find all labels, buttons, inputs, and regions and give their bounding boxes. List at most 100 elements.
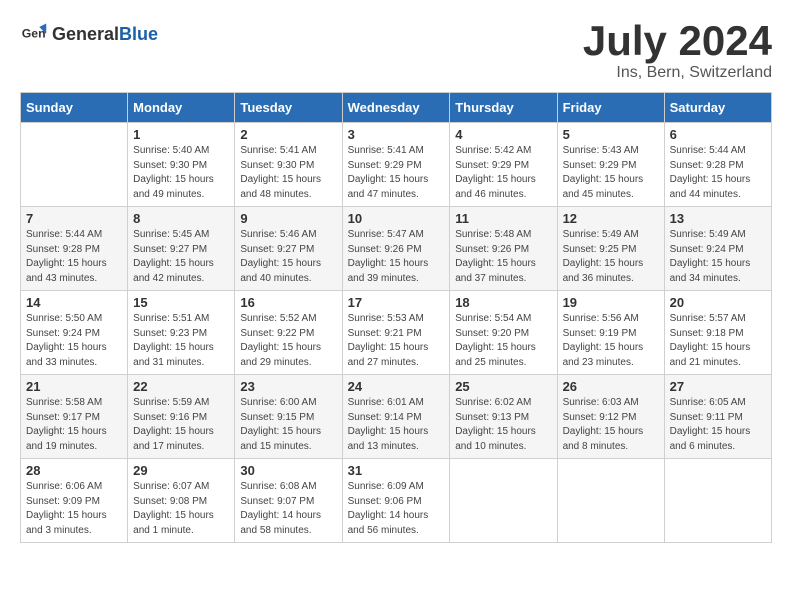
day-number: 14 <box>26 295 122 310</box>
day-number: 30 <box>240 463 336 478</box>
column-header-sunday: Sunday <box>21 93 128 123</box>
calendar-cell <box>21 123 128 207</box>
day-info: Sunrise: 5:49 AMSunset: 9:25 PMDaylight:… <box>563 228 659 286</box>
calendar-cell: 16 Sunrise: 5:52 AMSunset: 9:22 PMDayligh… <box>235 291 342 375</box>
column-header-saturday: Saturday <box>664 93 771 123</box>
day-number: 19 <box>563 295 659 310</box>
calendar-cell: 18 Sunrise: 5:54 AMSunset: 9:20 PMDayligh… <box>450 291 557 375</box>
day-number: 6 <box>670 127 766 142</box>
day-info: Sunrise: 5:44 AMSunset: 9:28 PMDaylight:… <box>670 144 766 202</box>
day-info: Sunrise: 5:56 AMSunset: 9:19 PMDaylight:… <box>563 312 659 370</box>
day-number: 26 <box>563 379 659 394</box>
calendar-cell: 19 Sunrise: 5:56 AMSunset: 9:19 PMDayligh… <box>557 291 664 375</box>
day-number: 15 <box>133 295 229 310</box>
calendar-cell: 7Sunrise: 5:44 AMSunset: 9:28 PMDaylight… <box>21 207 128 291</box>
column-header-thursday: Thursday <box>450 93 557 123</box>
day-info: Sunrise: 5:42 AMSunset: 9:29 PMDaylight:… <box>455 144 551 202</box>
calendar-cell: 26Sunrise: 6:03 AMSunset: 9:12 PMDayligh… <box>557 375 664 459</box>
logo: Gen GeneralBlue <box>20 20 158 48</box>
day-info: Sunrise: 5:46 AMSunset: 9:27 PMDaylight:… <box>240 228 336 286</box>
calendar-cell: 12 Sunrise: 5:49 AMSunset: 9:25 PMDayligh… <box>557 207 664 291</box>
calendar-week-5: 28Sunrise: 6:06 AMSunset: 9:09 PMDayligh… <box>21 459 772 543</box>
calendar-cell: 9 Sunrise: 5:46 AMSunset: 9:27 PMDaylight… <box>235 207 342 291</box>
day-number: 21 <box>26 379 122 394</box>
day-info: Sunrise: 6:01 AMSunset: 9:14 PMDaylight:… <box>348 396 445 454</box>
calendar-cell: 6 Sunrise: 5:44 AMSunset: 9:28 PMDaylight… <box>664 123 771 207</box>
day-number: 5 <box>563 127 659 142</box>
day-number: 8 <box>133 211 229 226</box>
calendar-cell: 8 Sunrise: 5:45 AMSunset: 9:27 PMDaylight… <box>128 207 235 291</box>
calendar-cell: 17Sunrise: 5:53 AMSunset: 9:21 PMDayligh… <box>342 291 450 375</box>
column-header-monday: Monday <box>128 93 235 123</box>
day-number: 4 <box>455 127 551 142</box>
calendar-header-row: SundayMondayTuesdayWednesdayThursdayFrid… <box>21 93 772 123</box>
day-number: 27 <box>670 379 766 394</box>
calendar-week-1: 1 Sunrise: 5:40 AMSunset: 9:30 PMDaylight… <box>21 123 772 207</box>
day-info: Sunrise: 5:53 AMSunset: 9:21 PMDaylight:… <box>348 312 445 370</box>
calendar-cell: 22 Sunrise: 5:59 AMSunset: 9:16 PMDayligh… <box>128 375 235 459</box>
day-number: 3 <box>348 127 445 142</box>
calendar-cell: 25Sunrise: 6:02 AMSunset: 9:13 PMDayligh… <box>450 375 557 459</box>
logo-text-blue: Blue <box>119 24 158 44</box>
day-info: Sunrise: 5:49 AMSunset: 9:24 PMDaylight:… <box>670 228 766 286</box>
calendar-cell: 1 Sunrise: 5:40 AMSunset: 9:30 PMDaylight… <box>128 123 235 207</box>
calendar-week-3: 14Sunrise: 5:50 AMSunset: 9:24 PMDayligh… <box>21 291 772 375</box>
calendar-cell <box>450 459 557 543</box>
calendar-cell: 30 Sunrise: 6:08 AMSunset: 9:07 PMDayligh… <box>235 459 342 543</box>
day-info: Sunrise: 5:41 AMSunset: 9:30 PMDaylight:… <box>240 144 336 202</box>
day-info: Sunrise: 6:08 AMSunset: 9:07 PMDaylight:… <box>240 480 336 538</box>
column-header-tuesday: Tuesday <box>235 93 342 123</box>
day-number: 23 <box>240 379 336 394</box>
day-info: Sunrise: 5:45 AMSunset: 9:27 PMDaylight:… <box>133 228 229 286</box>
day-info: Sunrise: 6:07 AMSunset: 9:08 PMDaylight:… <box>133 480 229 538</box>
calendar-cell <box>664 459 771 543</box>
column-header-wednesday: Wednesday <box>342 93 450 123</box>
day-number: 12 <box>563 211 659 226</box>
calendar-cell: 28Sunrise: 6:06 AMSunset: 9:09 PMDayligh… <box>21 459 128 543</box>
calendar-cell: 31 Sunrise: 6:09 AMSunset: 9:06 PMDayligh… <box>342 459 450 543</box>
day-info: Sunrise: 5:54 AMSunset: 9:20 PMDaylight:… <box>455 312 551 370</box>
day-number: 24 <box>348 379 445 394</box>
day-info: Sunrise: 5:43 AMSunset: 9:29 PMDaylight:… <box>563 144 659 202</box>
day-info: Sunrise: 5:41 AMSunset: 9:29 PMDaylight:… <box>348 144 445 202</box>
day-number: 2 <box>240 127 336 142</box>
calendar-cell <box>557 459 664 543</box>
day-number: 1 <box>133 127 229 142</box>
calendar-week-2: 7Sunrise: 5:44 AMSunset: 9:28 PMDaylight… <box>21 207 772 291</box>
day-number: 9 <box>240 211 336 226</box>
day-number: 31 <box>348 463 445 478</box>
day-info: Sunrise: 5:52 AMSunset: 9:22 PMDaylight:… <box>240 312 336 370</box>
day-info: Sunrise: 5:58 AMSunset: 9:17 PMDaylight:… <box>26 396 122 454</box>
calendar-cell: 24 Sunrise: 6:01 AMSunset: 9:14 PMDayligh… <box>342 375 450 459</box>
day-info: Sunrise: 5:51 AMSunset: 9:23 PMDaylight:… <box>133 312 229 370</box>
calendar-cell: 21 Sunrise: 5:58 AMSunset: 9:17 PMDayligh… <box>21 375 128 459</box>
page-header: Gen GeneralBlue July 2024 Ins, Bern, Swi… <box>20 20 772 82</box>
day-number: 18 <box>455 295 551 310</box>
calendar-cell: 27Sunrise: 6:05 AMSunset: 9:11 PMDayligh… <box>664 375 771 459</box>
day-number: 28 <box>26 463 122 478</box>
month-title: July 2024 <box>583 20 772 62</box>
day-number: 16 <box>240 295 336 310</box>
location-title: Ins, Bern, Switzerland <box>583 64 772 82</box>
calendar-cell: 29Sunrise: 6:07 AMSunset: 9:08 PMDayligh… <box>128 459 235 543</box>
day-info: Sunrise: 6:00 AMSunset: 9:15 PMDaylight:… <box>240 396 336 454</box>
logo-icon: Gen <box>20 20 48 48</box>
day-number: 10 <box>348 211 445 226</box>
day-number: 7 <box>26 211 122 226</box>
calendar-cell: 2 Sunrise: 5:41 AMSunset: 9:30 PMDaylight… <box>235 123 342 207</box>
day-info: Sunrise: 5:40 AMSunset: 9:30 PMDaylight:… <box>133 144 229 202</box>
calendar-cell: 5 Sunrise: 5:43 AMSunset: 9:29 PMDaylight… <box>557 123 664 207</box>
day-number: 13 <box>670 211 766 226</box>
day-info: Sunrise: 6:09 AMSunset: 9:06 PMDaylight:… <box>348 480 445 538</box>
calendar-cell: 20Sunrise: 5:57 AMSunset: 9:18 PMDayligh… <box>664 291 771 375</box>
day-number: 11 <box>455 211 551 226</box>
calendar-cell: 4 Sunrise: 5:42 AMSunset: 9:29 PMDaylight… <box>450 123 557 207</box>
day-number: 22 <box>133 379 229 394</box>
day-info: Sunrise: 5:47 AMSunset: 9:26 PMDaylight:… <box>348 228 445 286</box>
day-info: Sunrise: 5:59 AMSunset: 9:16 PMDaylight:… <box>133 396 229 454</box>
column-header-friday: Friday <box>557 93 664 123</box>
day-info: Sunrise: 5:57 AMSunset: 9:18 PMDaylight:… <box>670 312 766 370</box>
day-info: Sunrise: 6:02 AMSunset: 9:13 PMDaylight:… <box>455 396 551 454</box>
day-info: Sunrise: 5:48 AMSunset: 9:26 PMDaylight:… <box>455 228 551 286</box>
calendar-cell: 15 Sunrise: 5:51 AMSunset: 9:23 PMDayligh… <box>128 291 235 375</box>
